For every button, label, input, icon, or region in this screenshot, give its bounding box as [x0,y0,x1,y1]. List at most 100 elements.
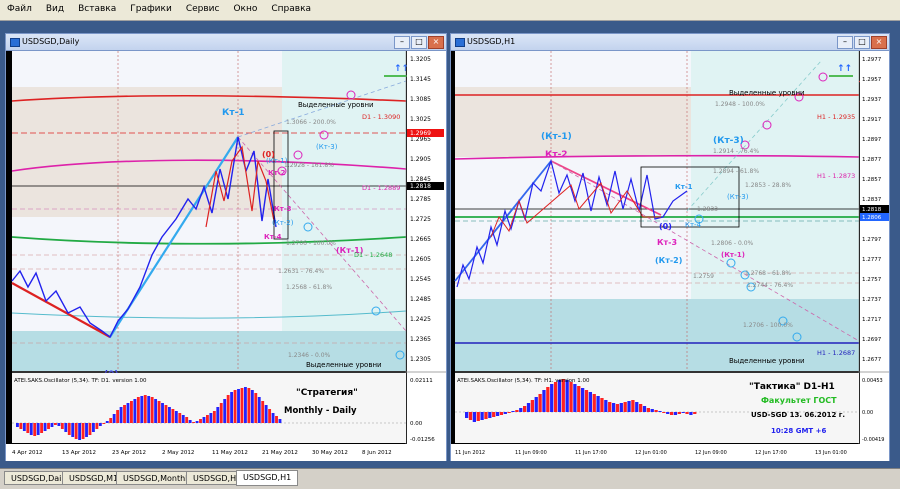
oscillator-bar [519,408,523,412]
label-kt3: Кт-3 [274,205,292,213]
price-tick: 1.2305 [410,356,431,363]
oscillator-bar [209,413,213,423]
oscillator-bar [105,421,109,423]
oscillator-bar [95,423,99,429]
fib-level-4: 1.2853 - 28.8% [745,182,791,189]
oscillator-bar [693,412,697,414]
osc-tick-zero: 0.00 [410,421,423,427]
oscillator-bar [538,394,542,412]
date-tick: 11 Jun 17:00 [575,450,607,456]
oscillator-bar [230,392,234,423]
date-tick: 12 Jun 09:00 [695,450,727,456]
oscillator-bar [54,423,57,425]
oscillator-bar [557,380,562,412]
minimize-button[interactable]: – [837,36,853,49]
levels-top-label: Выделенные уровни [298,101,374,109]
price-tick: 1.2937 [862,97,882,103]
oscillator-bar [43,423,47,431]
menu-charts[interactable]: Графики [123,0,179,14]
oscillator-bar [237,389,240,423]
price-tick: 1.2717 [862,317,882,323]
maximize-button[interactable]: □ [854,36,870,49]
oscillator-bar [271,413,275,423]
oscillator-bar [553,382,558,412]
oscillator-bar [206,415,209,423]
close-button[interactable]: × [428,36,444,49]
oscillator-bar [584,390,589,412]
date-tick: 21 May 2012 [262,450,298,456]
oscillator-bar [126,403,130,423]
menu-insert[interactable]: Вставка [71,0,123,14]
oscillator-bar [123,405,126,423]
close-button[interactable]: × [871,36,887,49]
oscillator-bar [140,396,144,423]
fib-level-10: 1.2759 [693,273,714,280]
price-tick: 1.2545 [410,276,431,283]
label-kt1: Кт-1 [222,108,245,118]
oscillator-bar [465,412,469,418]
oscillator-bar [503,412,507,414]
oscillator-bar [542,390,546,412]
oscillator-bar [233,390,237,423]
chart-tabs: USDSGD,Daily USDSGD,M15 USDSGD,Monthly U… [0,468,900,489]
menu-view[interactable]: Вид [39,0,71,14]
price-tick: 1.2485 [410,296,431,303]
tab-usdsgd-h1[interactable]: USDSGD,H1 [236,470,299,486]
oscillator-bar [47,423,50,429]
oscillator-bar [650,409,654,412]
window-title: USDSGD,H1 [467,37,516,46]
caption-time: 10:28 GMT +6 [771,427,827,435]
current-price: 1.2818 [862,207,882,213]
price-tick: 1.2757 [862,277,882,283]
h1-low-level: H1 - 1.2687 [817,349,855,357]
d1-top-level: D1 - 1.3090 [362,113,400,121]
menu-tools[interactable]: Сервис [179,0,227,14]
fib-level-9: 1.2706 - 100.0% [743,322,793,329]
window-titlebar[interactable]: USDSGD,H1 – □ × [451,34,889,51]
chart-icon [455,38,465,47]
date-tick: 2 May 2012 [162,450,194,456]
price-tick: 1.2965 [410,136,431,143]
oscillator-bar [130,401,133,423]
level-price-marker: 1.2969 [410,130,431,137]
menu-help[interactable]: Справка [264,0,318,14]
menu-window[interactable]: Окно [226,0,264,14]
oscillator-bar [181,415,185,423]
oscillator-bar [133,399,137,423]
oscillator-bar [195,421,199,423]
minimize-button[interactable]: – [394,36,410,49]
chart-area[interactable]: ↑↑ ↓ (Кт-1) Кт-2 (Кт-3) Кт-1 Кт-3 Кт-4 (… [451,51,889,461]
chart-area[interactable]: ↑↑ ↓ Кт-1 (0) (Кт-1) Кт-2 Кт-3 (Кт-2) Кт… [6,51,446,461]
fib-level-2: 1.2914 - 76.4% [713,148,759,155]
oscillator-bar [64,423,68,432]
date-tick: 12 Jun 17:00 [755,450,787,456]
chart-window-h1: USDSGD,H1 – □ × ↑↑ (Кт-1) Кт-2 (Кт-3) Кт… [450,33,890,461]
oscillator-bar [150,397,154,423]
fib-level-5: 1.2833 [697,206,718,213]
oscillator-bar [689,412,693,415]
menu-file[interactable]: Файл [0,0,39,14]
caption-strategy: "Стратегия" [296,388,358,398]
oscillator-bar [261,401,265,423]
price-tick: 1.3145 [410,76,431,83]
oscillator-bar [677,412,681,414]
oscillator-bar [631,400,635,412]
oscillator-bar [250,390,254,423]
oscillator-bar [60,423,64,429]
window-titlebar[interactable]: USDSGD,Daily – □ × [6,34,446,51]
oscillator-bar [608,402,612,412]
price-tick: 1.2797 [862,237,882,243]
oscillator-bar [192,422,196,423]
price-tick: 1.2785 [410,196,431,203]
maximize-button[interactable]: □ [411,36,427,49]
oscillator-bar [40,423,44,433]
oscillator-bar [278,419,282,423]
price-tick: 1.3205 [410,56,431,63]
caption-timeframe: Monthly - Daily [284,406,357,416]
oscillator-bar [161,403,164,423]
label-kt1: Кт-1 [675,183,693,191]
oscillator-bar [119,407,123,423]
oscillator-bar [480,412,484,420]
oscillator-bar [596,396,600,412]
price-tick: 1.2697 [862,337,882,343]
